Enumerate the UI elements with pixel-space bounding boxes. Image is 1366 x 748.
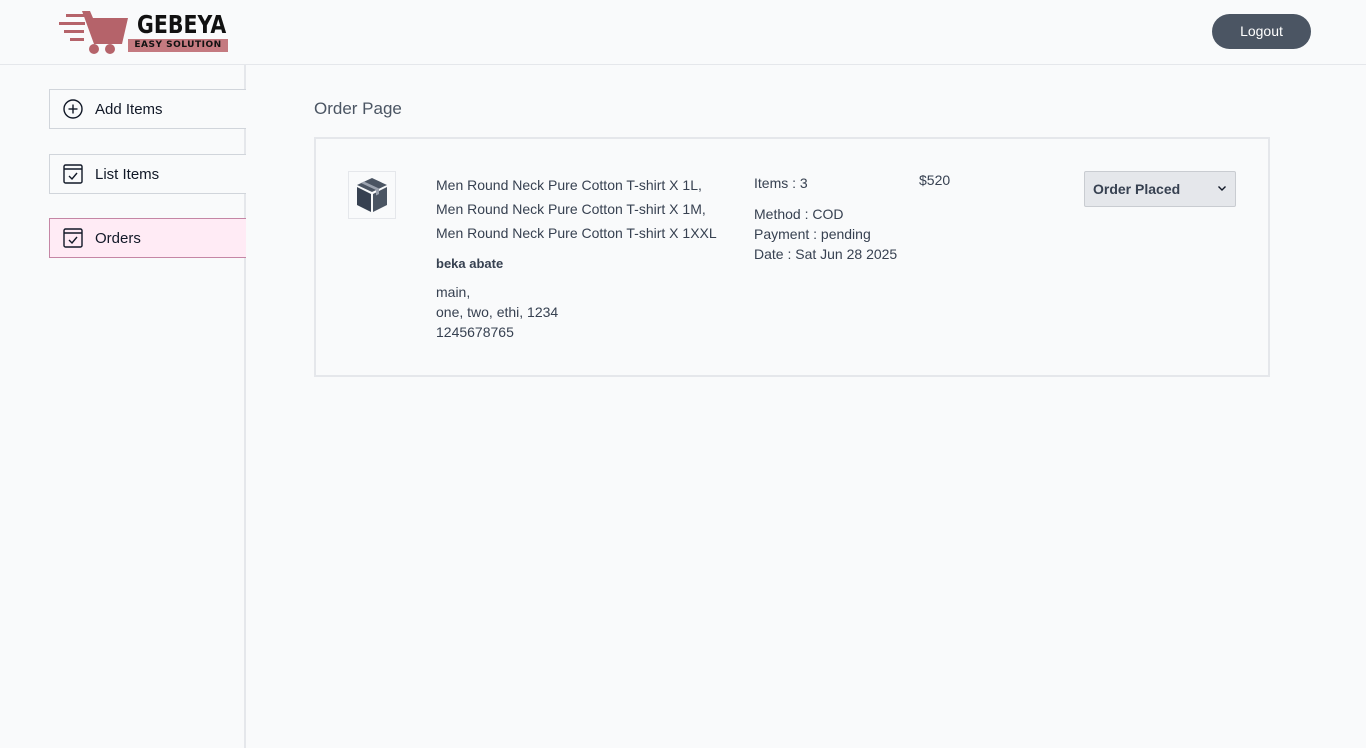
logo-tagline: EASY SOLUTION — [128, 39, 228, 52]
address-line: one, two, ethi, 1234 — [436, 304, 559, 320]
sidebar: Add Items List Items Orders — [0, 65, 246, 748]
checklist-icon — [62, 163, 84, 185]
order-status-select[interactable]: Order Placed — [1084, 171, 1236, 207]
order-meta: Items : 3 Method : COD Payment : pending… — [754, 173, 897, 264]
order-card: Men Round Neck Pure Cotton T-shirt X 1L,… — [314, 137, 1270, 377]
customer-phone: 1245678765 — [436, 324, 514, 340]
order-items: Men Round Neck Pure Cotton T-shirt X 1L,… — [436, 173, 736, 342]
customer-name: beka abate — [436, 256, 504, 271]
order-date: Date : Sat Jun 28 2025 — [754, 246, 898, 262]
address-line: main, — [436, 284, 471, 300]
page-title: Order Page — [314, 99, 402, 118]
customer-address: main, one, two, ethi, 1234 1245678765 — [436, 282, 736, 342]
logout-button[interactable]: Logout — [1212, 14, 1311, 49]
shopping-cart-icon — [59, 11, 128, 54]
order-status-value: Order Placed — [1093, 181, 1181, 197]
logo-wordmark: GEBEYA — [137, 10, 227, 39]
payment-status: Payment : pending — [754, 226, 871, 242]
gebeya-logo[interactable]: GEBEYA EASY SOLUTION — [56, 8, 231, 56]
order-item-line: Men Round Neck Pure Cotton T-shirt X 1XX… — [436, 225, 717, 241]
parcel-icon — [348, 171, 396, 219]
payment-method: Method : COD — [754, 206, 844, 222]
sidebar-item-list-items[interactable]: List Items — [49, 154, 246, 194]
top-header: GEBEYA EASY SOLUTION Logout — [0, 0, 1366, 65]
sidebar-item-label: Add Items — [95, 100, 163, 118]
order-item-line: Men Round Neck Pure Cotton T-shirt X 1M, — [436, 201, 706, 217]
items-count: Items : 3 — [754, 175, 808, 191]
plus-circle-icon — [62, 98, 84, 120]
sidebar-item-label: List Items — [95, 165, 160, 183]
order-item-line: Men Round Neck Pure Cotton T-shirt X 1L, — [436, 177, 702, 193]
sidebar-item-orders[interactable]: Orders — [49, 218, 246, 258]
order-amount: $520 — [919, 172, 951, 188]
checklist-icon — [62, 227, 84, 249]
chevron-down-icon — [1218, 186, 1226, 191]
sidebar-item-add-items[interactable]: Add Items — [49, 89, 246, 129]
sidebar-item-label: Orders — [95, 229, 141, 247]
